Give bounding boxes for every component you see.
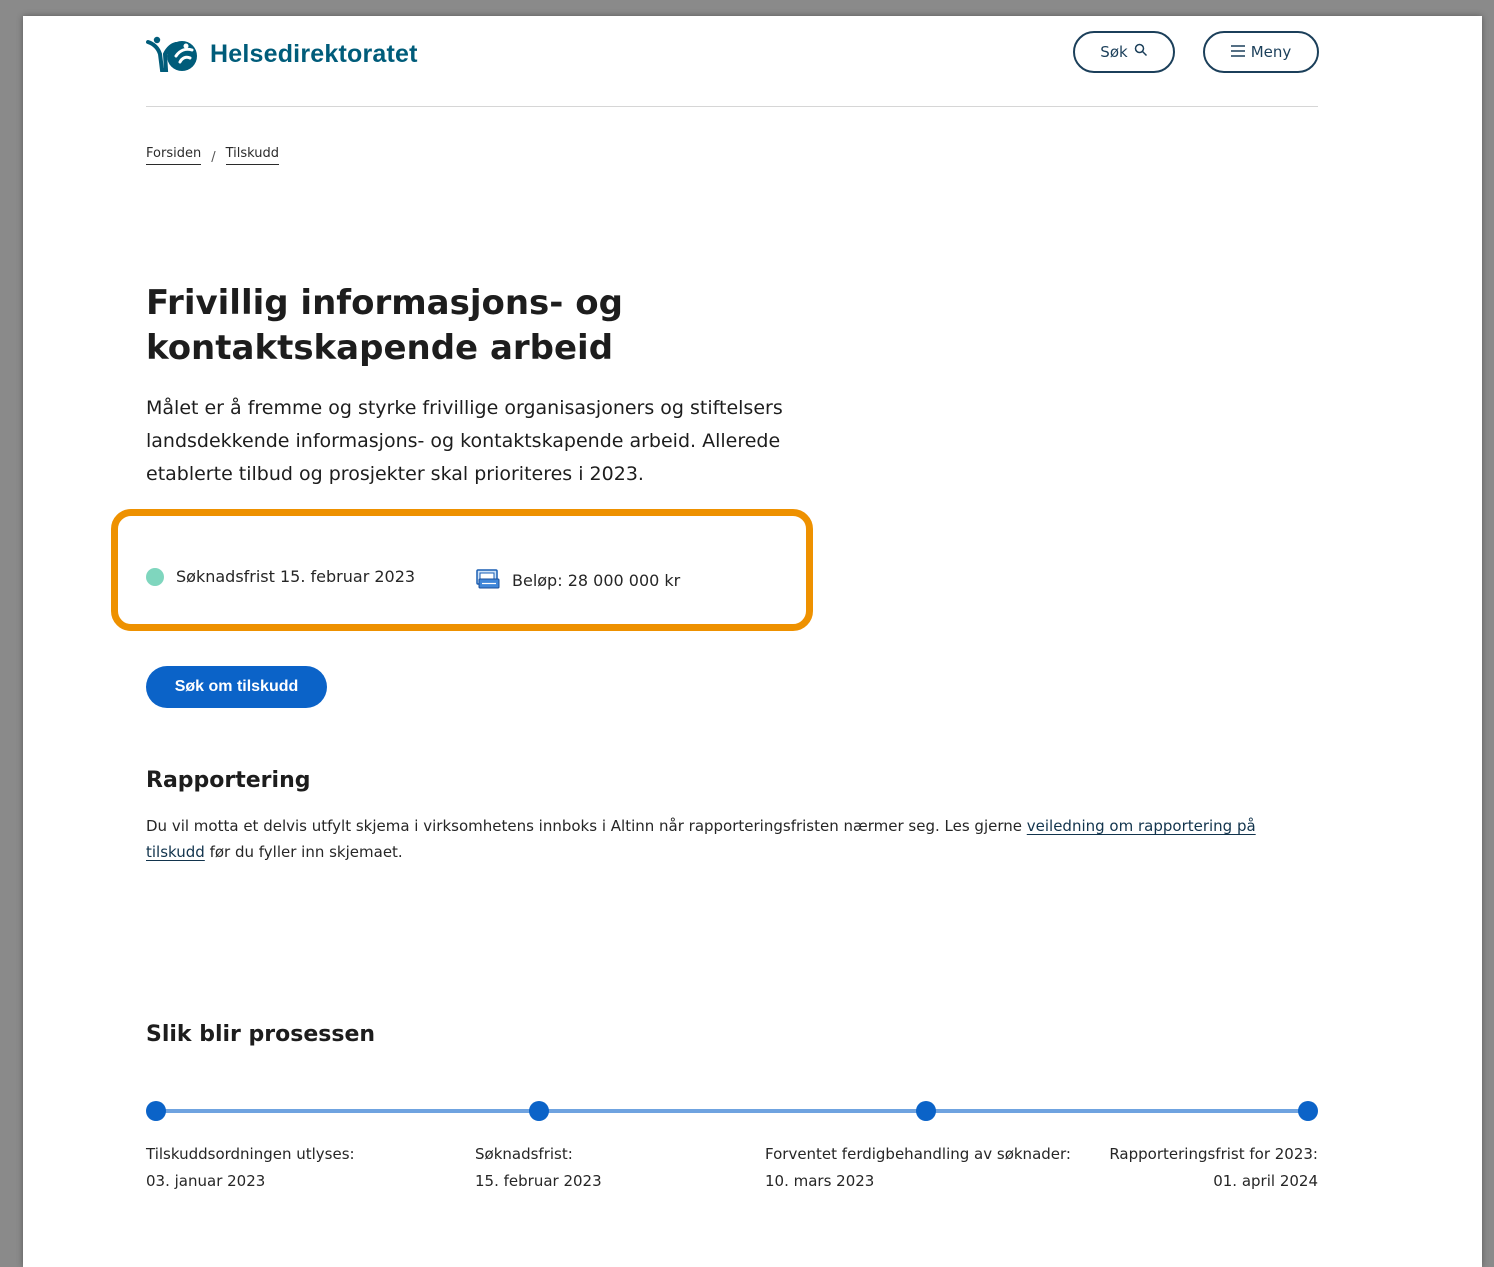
apply-button[interactable]: Søk om tilskudd (146, 666, 327, 708)
timeline-dot (1298, 1101, 1318, 1121)
reporting-text-before: Du vil motta et delvis utfylt skjema i v… (146, 817, 1027, 835)
process-step: Tilskuddsordningen utlyses: 03. januar 2… (146, 1141, 355, 1195)
timeline-dot (146, 1101, 166, 1121)
page-title: Frivillig informasjons- og kontaktskapen… (146, 281, 846, 371)
process-step: Søknadsfrist: 15. februar 2023 (475, 1141, 602, 1195)
timeline-dot (916, 1101, 936, 1121)
process-step-label: Rapporteringsfrist for 2023: (1109, 1145, 1318, 1163)
process-step-label: Tilskuddsordningen utlyses: (146, 1145, 355, 1163)
deadline-info: Søknadsfrist 15. februar 2023 (146, 567, 415, 586)
search-icon (1134, 43, 1148, 61)
process-step-date: 03. januar 2023 (146, 1172, 266, 1190)
page-title-line1: Frivillig informasjons- og (146, 283, 623, 323)
page: Helsedirektoratet Søk Meny Forsiden / Ti… (23, 16, 1482, 1267)
menu-icon (1230, 43, 1245, 61)
logo-text: Helsedirektoratet (210, 39, 418, 68)
breadcrumb: Forsiden / Tilskudd (146, 146, 279, 165)
amount-info: Beløp: 28 000 000 kr (476, 567, 680, 593)
process-heading: Slik blir prosessen (146, 1022, 376, 1047)
timeline-line (156, 1109, 1308, 1113)
process-step: Forventet ferdigbehandling av søknader: … (765, 1141, 1071, 1195)
search-label: Søk (1100, 43, 1128, 61)
menu-button[interactable]: Meny (1203, 31, 1319, 73)
site-logo[interactable]: Helsedirektoratet (146, 36, 418, 72)
process-step-label: Søknadsfrist: (475, 1145, 573, 1163)
reporting-heading: Rapportering (146, 768, 311, 793)
process-step-date: 15. februar 2023 (475, 1172, 602, 1190)
amount-label: Beløp: 28 000 000 kr (512, 570, 681, 590)
header-divider (146, 106, 1318, 107)
logo-icon (146, 36, 200, 72)
money-icon (476, 567, 500, 593)
breadcrumb-separator: / (211, 150, 216, 165)
breadcrumb-item-tilskudd[interactable]: Tilskudd (225, 146, 279, 165)
timeline-dot (529, 1101, 549, 1121)
page-title-line2: kontaktskapende arbeid (146, 328, 614, 368)
process-step-date: 10. mars 2023 (765, 1172, 875, 1190)
reporting-text-after: før du fyller inn skjemaet. (204, 843, 403, 861)
status-dot-icon (146, 567, 164, 586)
lead-paragraph: Målet er å fremme og styrke frivillige o… (146, 397, 783, 485)
process-step: Rapporteringsfrist for 2023: 01. april 2… (1109, 1141, 1318, 1195)
breadcrumb-item-forsiden[interactable]: Forsiden (146, 146, 202, 165)
search-button[interactable]: Søk (1073, 31, 1175, 73)
reporting-text: Du vil motta et delvis utfylt skjema i v… (146, 813, 1318, 865)
process-step-date: 01. april 2024 (1213, 1172, 1318, 1190)
process-timeline (146, 1101, 1318, 1121)
menu-label: Meny (1250, 43, 1292, 61)
deadline-label: Søknadsfrist 15. februar 2023 (176, 567, 416, 586)
process-step-label: Forventet ferdigbehandling av søknader: (765, 1145, 1071, 1163)
